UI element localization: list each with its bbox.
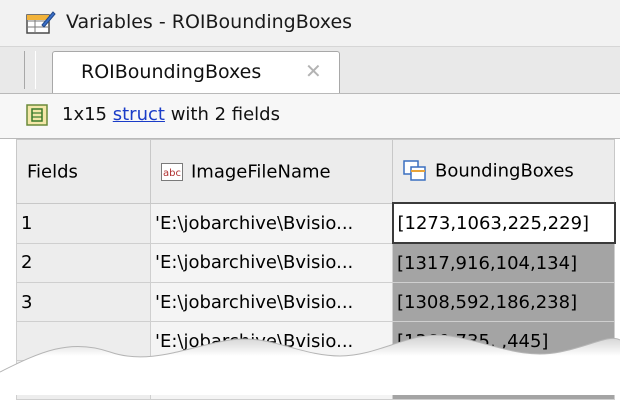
cell-image-file-name[interactable] <box>150 360 393 400</box>
window-titlebar: Variables - ROIBoundingBoxes <box>0 0 620 47</box>
close-icon[interactable]: ✕ <box>305 59 322 83</box>
cell-image-file-name[interactable]: 'E:\jobarchive\Bvisio... <box>150 202 393 244</box>
tab-label: ROIBoundingBoxes <box>81 61 262 83</box>
summary-size: 1x15 <box>62 104 108 125</box>
variables-editor-icon <box>26 11 56 34</box>
struct-array-icon <box>26 104 48 126</box>
header-row: Fields abc ImageFileName BoundingBoxes <box>16 139 615 204</box>
abc-string-icon: abc <box>161 162 183 181</box>
row-index: 1 <box>16 202 151 244</box>
column-label: Fields <box>27 161 78 182</box>
struct-link[interactable]: struct <box>113 104 165 125</box>
tab-roiboundingboxes[interactable]: ROIBoundingBoxes ✕ <box>52 51 340 93</box>
cell-bounding-boxes[interactable]: [1360,735, ,445] <box>392 321 615 361</box>
cell-bounding-boxes[interactable] <box>392 360 615 400</box>
table-row[interactable]: 3 'E:\jobarchive\Bvisio... [1308,592,186… <box>16 282 615 322</box>
table-row[interactable] <box>16 360 615 400</box>
cell-image-file-name[interactable]: 'E:\jobarchive\Bvisio... <box>150 242 393 283</box>
svg-text:abc: abc <box>163 168 181 179</box>
tab-drag-handle[interactable] <box>24 51 36 89</box>
cell-image-file-name[interactable]: 'E:\jobarchive\Bvisio... <box>150 321 393 361</box>
cell-bounding-boxes[interactable]: [1317,916,104,134] <box>392 242 615 283</box>
window-title: Variables - ROIBoundingBoxes <box>66 11 353 33</box>
variable-summary-bar: 1x15 struct with 2 fields <box>0 94 620 139</box>
summary-fields: with 2 fields <box>170 104 280 125</box>
summary-text: 1x15 struct with 2 fields <box>62 104 280 125</box>
table-row[interactable]: 'E:\jobarchive\Bvisio... [1360,735, ,445… <box>16 321 615 361</box>
variable-table: Fields abc ImageFileName BoundingBoxes 1… <box>16 139 616 400</box>
column-label: ImageFileName <box>191 161 331 182</box>
cell-bounding-boxes[interactable]: [1308,592,186,238] <box>392 282 615 322</box>
column-header-boundingboxes[interactable]: BoundingBoxes <box>392 139 615 204</box>
row-index <box>16 321 151 361</box>
column-header-imagefilename[interactable]: abc ImageFileName <box>150 139 393 204</box>
row-index: 2 <box>16 242 151 283</box>
copy-matrix-icon <box>403 160 426 181</box>
column-label: BoundingBoxes <box>435 160 574 182</box>
column-header-fields[interactable]: Fields <box>16 139 151 204</box>
table-row[interactable]: 2 'E:\jobarchive\Bvisio... [1317,916,104… <box>16 242 615 283</box>
row-index <box>16 360 151 400</box>
table-row[interactable]: 1 'E:\jobarchive\Bvisio... [1273,1063,22… <box>16 202 616 244</box>
cell-bounding-boxes-selected[interactable]: [1273,1063,225,229] <box>391 202 616 244</box>
row-index: 3 <box>16 282 151 322</box>
cell-image-file-name[interactable]: 'E:\jobarchive\Bvisio... <box>150 282 393 322</box>
tab-strip: ROIBoundingBoxes ✕ <box>0 47 620 94</box>
